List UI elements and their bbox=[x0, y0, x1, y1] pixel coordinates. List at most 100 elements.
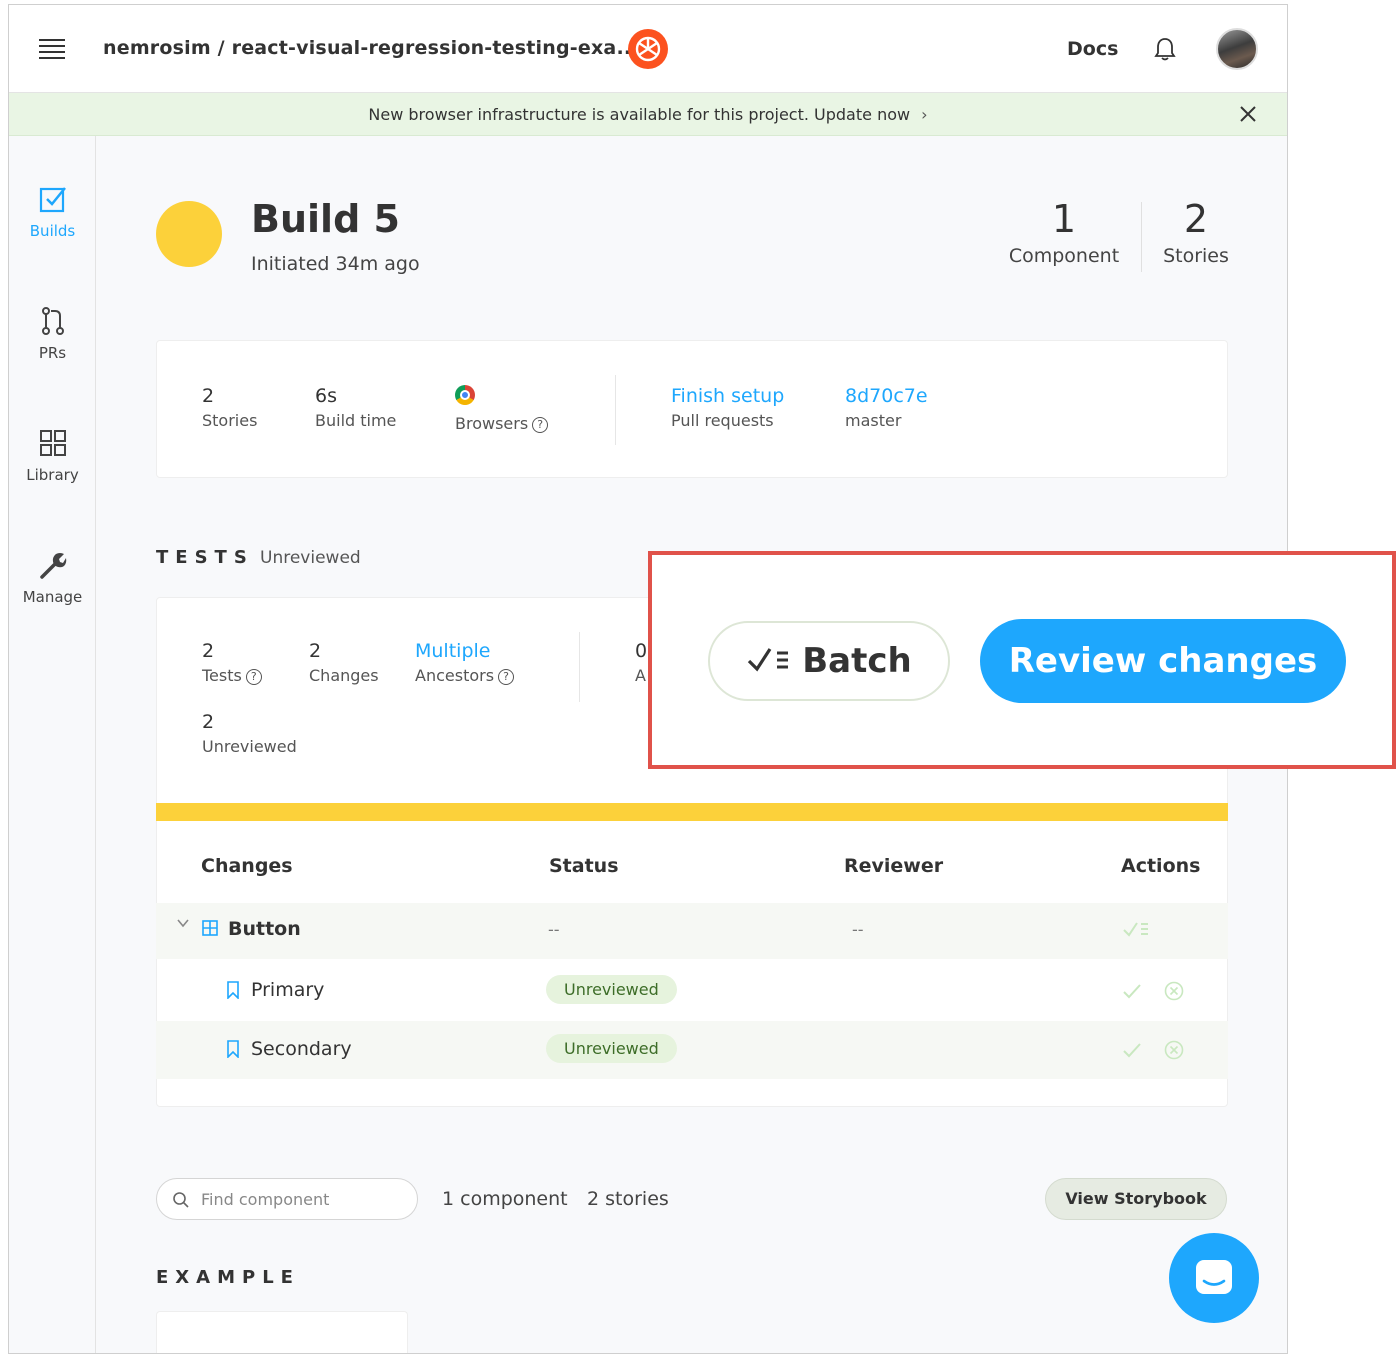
column-header-changes[interactable]: Changes bbox=[201, 855, 293, 877]
hamburger-menu-icon[interactable] bbox=[39, 39, 65, 59]
pull-requests-label: Pull requests bbox=[671, 411, 774, 430]
review-progress-bar bbox=[156, 803, 1228, 821]
review-changes-button[interactable]: Review changes bbox=[980, 619, 1346, 703]
tests-count: 2 Tests? bbox=[202, 640, 262, 685]
accept-icon[interactable] bbox=[1122, 983, 1142, 1004]
table-row-component[interactable]: Button -- -- bbox=[156, 903, 1228, 959]
unreviewed-count-value: 2 bbox=[202, 711, 215, 733]
summary-pull-requests: Finish setup Pull requests bbox=[671, 385, 784, 430]
sidebar-item-label: Library bbox=[26, 466, 79, 484]
component-name: Button bbox=[228, 918, 301, 940]
branch-label: master bbox=[845, 411, 902, 430]
sidebar-item-library[interactable]: Library bbox=[9, 428, 96, 484]
partial-stat: 0 A bbox=[635, 640, 647, 685]
build-status-indicator bbox=[156, 201, 222, 267]
help-icon[interactable]: ? bbox=[245, 668, 262, 685]
chat-icon bbox=[1196, 1260, 1232, 1294]
help-icon[interactable]: ? bbox=[498, 668, 515, 685]
summary-stories-value: 2 bbox=[202, 385, 215, 407]
close-icon[interactable] bbox=[1239, 105, 1257, 123]
stories-count: 2 bbox=[1183, 197, 1209, 241]
build-time-value: 6s bbox=[315, 385, 337, 407]
finish-setup-link[interactable]: Finish setup bbox=[671, 385, 784, 407]
banner-text: New browser infrastructure is available … bbox=[368, 105, 911, 124]
unreviewed-count: 2 Unreviewed bbox=[202, 711, 297, 756]
sidebar: Builds PRs Library Manage bbox=[9, 136, 96, 1353]
sidebar-item-prs[interactable]: PRs bbox=[9, 306, 96, 362]
chevron-down-icon[interactable] bbox=[176, 916, 190, 934]
accept-icon[interactable] bbox=[1122, 1042, 1142, 1063]
sidebar-item-builds[interactable]: Builds bbox=[9, 184, 96, 240]
build-time-label: Build time bbox=[315, 411, 397, 430]
docs-link[interactable]: Docs bbox=[1067, 38, 1118, 60]
search-icon bbox=[173, 1192, 189, 1208]
tests-status: Unreviewed bbox=[260, 548, 361, 568]
unreviewed-count-label: Unreviewed bbox=[202, 737, 297, 756]
summary-stories: 2 Stories bbox=[202, 385, 257, 430]
repo-breadcrumb[interactable]: nemrosim / react-visual-regression-testi… bbox=[103, 37, 639, 59]
grid-icon bbox=[39, 430, 66, 456]
story-name[interactable]: Secondary bbox=[251, 1038, 352, 1060]
chromatic-logo-icon[interactable] bbox=[628, 29, 668, 69]
chrome-browser-icon bbox=[455, 385, 475, 405]
story-count-text: 2 stories bbox=[587, 1188, 669, 1210]
component-card[interactable] bbox=[156, 1311, 408, 1353]
changes-count-label: Changes bbox=[309, 666, 379, 685]
view-storybook-button[interactable]: View Storybook bbox=[1045, 1178, 1227, 1220]
story-name[interactable]: Primary bbox=[251, 979, 324, 1001]
component-count-text: 1 component bbox=[442, 1188, 568, 1210]
example-section-title: EXAMPLE bbox=[156, 1267, 300, 1288]
zoom-callout: Batch Review changes bbox=[648, 551, 1396, 769]
help-icon[interactable]: ? bbox=[532, 416, 549, 433]
stories-count-stat: 2 Stories bbox=[1155, 197, 1237, 267]
infrastructure-banner: New browser infrastructure is available … bbox=[9, 93, 1287, 136]
column-header-actions: Actions bbox=[1121, 855, 1201, 877]
component-status: -- bbox=[548, 920, 560, 939]
search-input[interactable]: Find component bbox=[156, 1178, 418, 1220]
builds-icon bbox=[39, 187, 66, 213]
batch-button[interactable]: Batch bbox=[708, 621, 950, 701]
divider bbox=[579, 632, 580, 702]
tests-count-value: 2 bbox=[202, 640, 215, 662]
chat-launcher-button[interactable] bbox=[1169, 1233, 1259, 1323]
sidebar-item-manage[interactable]: Manage bbox=[9, 550, 96, 606]
divider bbox=[615, 375, 616, 445]
commit-link[interactable]: 8d70c7e bbox=[845, 385, 928, 407]
search-placeholder: Find component bbox=[201, 1190, 330, 1209]
table-row[interactable]: Primary Unreviewed bbox=[156, 961, 1228, 1021]
banner-message-link[interactable]: New browser infrastructure is available … bbox=[9, 105, 1287, 124]
chevron-right-icon: › bbox=[921, 105, 928, 124]
component-icon bbox=[202, 919, 218, 941]
tests-count-label: Tests bbox=[202, 666, 242, 685]
summary-stories-label: Stories bbox=[202, 411, 258, 430]
wrench-icon bbox=[39, 553, 66, 579]
browsers-label: Browsers bbox=[455, 414, 529, 433]
deny-icon[interactable] bbox=[1164, 981, 1184, 1006]
build-summary-card: 2 Stories 6s Build time Browsers? Finish… bbox=[156, 340, 1228, 478]
status-badge: Unreviewed bbox=[546, 1034, 677, 1063]
batch-accept-icon[interactable] bbox=[1122, 919, 1150, 944]
bell-icon[interactable] bbox=[1154, 36, 1176, 62]
column-header-status[interactable]: Status bbox=[549, 855, 619, 877]
partial-stat-value: 0 bbox=[635, 640, 648, 662]
component-count-stat: 1 Component bbox=[1005, 197, 1123, 267]
build-initiated-time: Initiated 34m ago bbox=[251, 253, 420, 275]
changes-count-value: 2 bbox=[309, 640, 322, 662]
top-bar: nemrosim / react-visual-regression-testi… bbox=[9, 5, 1287, 93]
deny-icon[interactable] bbox=[1164, 1040, 1184, 1065]
avatar[interactable] bbox=[1216, 28, 1258, 70]
table-row[interactable]: Secondary Unreviewed bbox=[156, 1021, 1228, 1079]
changes-count: 2 Changes bbox=[309, 640, 379, 685]
ancestors-label: Ancestors bbox=[415, 666, 495, 685]
column-header-reviewer[interactable]: Reviewer bbox=[844, 855, 943, 877]
stat-divider bbox=[1141, 202, 1142, 272]
summary-browsers: Browsers? bbox=[455, 385, 549, 433]
component-reviewer: -- bbox=[852, 920, 864, 939]
component-count: 1 bbox=[1051, 197, 1077, 241]
pull-request-icon bbox=[41, 307, 64, 335]
batch-label: Batch bbox=[802, 641, 912, 681]
ancestors: Multiple Ancestors? bbox=[415, 640, 515, 685]
tests-section-title: TESTS bbox=[156, 547, 254, 568]
page-title: Build 5 bbox=[251, 197, 400, 241]
ancestors-link[interactable]: Multiple bbox=[415, 640, 514, 662]
